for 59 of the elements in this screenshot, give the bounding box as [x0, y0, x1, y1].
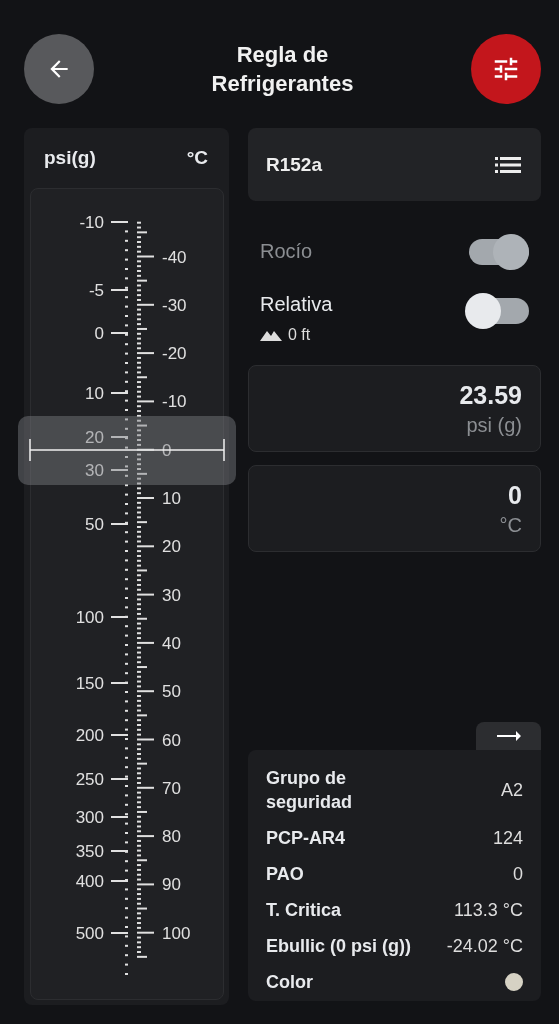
- temperature-tick-label: 50: [162, 682, 181, 702]
- temperature-tick-label: 30: [162, 585, 181, 605]
- temperature-tick-label: 60: [162, 730, 181, 750]
- temperature-tick-label: -30: [162, 295, 187, 315]
- property-value: 0: [513, 863, 523, 885]
- property-value: -24.02 °C: [446, 935, 523, 957]
- temperature-tick-label: 70: [162, 778, 181, 798]
- field-unit: psi (g): [466, 413, 522, 437]
- pressure-tick-label: -10: [79, 213, 104, 232]
- pressure-tick-label: -5: [88, 281, 104, 300]
- selector-window[interactable]: [18, 416, 236, 485]
- list-icon: [495, 154, 521, 175]
- temperature-tick-label: 90: [162, 875, 181, 895]
- temperature-unit-label: °C: [186, 147, 208, 169]
- pressure-unit-label: psi(g): [44, 147, 96, 169]
- temperature-tick-label: -40: [162, 247, 187, 267]
- property-label: PAO: [266, 863, 304, 886]
- pressure-tick-label: 10: [85, 384, 104, 403]
- property-label: PCP-AR4: [266, 827, 345, 850]
- toggle-label: Relativa: [260, 293, 333, 316]
- temperature-tick-label: 10: [162, 489, 181, 508]
- pressure-tick-label: 350: [75, 842, 104, 861]
- pressure-tick-label: 200: [75, 726, 104, 745]
- property-value: 113.3 °C: [454, 899, 523, 921]
- field-unit: °C: [499, 513, 522, 537]
- next-button[interactable]: [476, 722, 541, 750]
- temperature-tick-label: 40: [162, 633, 181, 653]
- pressure-tick-label: 50: [85, 515, 104, 534]
- field-value: 23.59: [459, 380, 522, 410]
- value-field[interactable]: 23.59 psi (g): [248, 365, 541, 452]
- refrigerant-selector[interactable]: R152a: [248, 128, 541, 201]
- pressure-tick-label: 300: [75, 808, 104, 827]
- pressure-tick-label: 150: [75, 674, 104, 693]
- temperature-tick-label: 100: [162, 923, 191, 943]
- altitude-text: 0 ft: [288, 326, 311, 344]
- pressure-tick-label: 250: [75, 770, 104, 789]
- toggle-label: Rocío: [260, 239, 313, 263]
- property-value: 124: [492, 827, 523, 849]
- temperature-tick-label: 80: [162, 827, 181, 847]
- property-label: T. Critica: [266, 899, 342, 922]
- right-arrow-icon: [496, 730, 521, 742]
- value-field[interactable]: 0 °C: [248, 465, 541, 552]
- property-label: Grupo de seguridad: [266, 767, 354, 814]
- mountain-icon: [260, 329, 282, 341]
- screen-title: Regla de Refrigerantes: [210, 41, 355, 98]
- pressure-tick-label: 400: [75, 872, 104, 891]
- toggle-switch[interactable]: [465, 293, 529, 327]
- property-label: Ebullic (0 psi (g)): [266, 935, 411, 958]
- field-value: 0: [508, 480, 522, 510]
- pressure-tick-label: 100: [75, 608, 104, 627]
- pressure-tick-label: 0: [94, 324, 104, 343]
- temperature-tick-label: 20: [162, 537, 181, 557]
- temperature-tick-label: -10: [162, 392, 187, 412]
- temperature-tick-label: -20: [162, 344, 187, 364]
- pressure-tick-label: 20: [85, 428, 104, 447]
- property-value: A2: [500, 779, 523, 801]
- pressure-tick-label: 30: [85, 461, 104, 480]
- pressure-tick-label: 500: [75, 924, 104, 943]
- property-label: Color: [266, 971, 313, 994]
